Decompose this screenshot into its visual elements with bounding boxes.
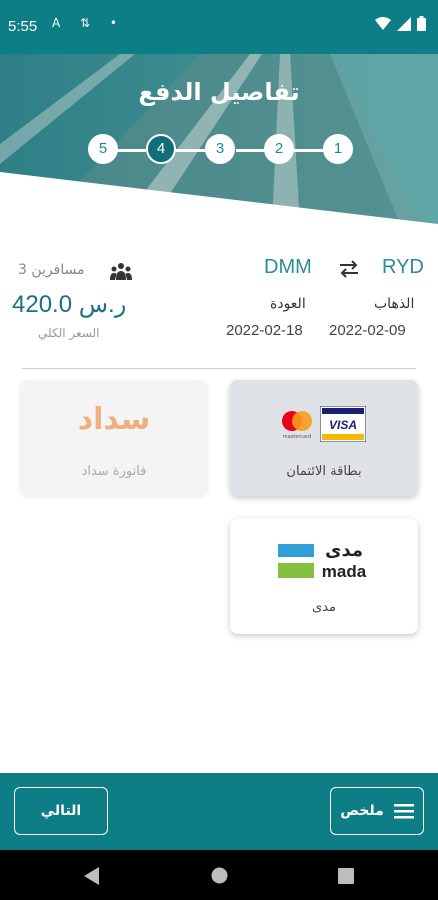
mastercard-icon: mastercard	[282, 411, 312, 440]
signal-icon	[397, 16, 411, 31]
notification-icons: A ⇅ •	[52, 16, 125, 30]
status-time: 5:55	[8, 18, 38, 35]
departure-label: الذهاب	[374, 296, 415, 312]
payment-option-sadad[interactable]: سداد فاتورة سداد	[20, 380, 208, 496]
passenger-count: 3 مسافرين	[18, 262, 85, 278]
people-icon	[110, 263, 132, 280]
summary-button[interactable]: ملخص	[330, 787, 424, 835]
trip-summary: RYD DMM الذهاب العودة 2022-02-09 2022-02…	[0, 250, 438, 350]
divider	[22, 368, 416, 369]
header-banner: تفاصيل الدفع 5 4 3 2 1	[0, 54, 438, 224]
total-price-label: السعر الكلي	[38, 326, 100, 340]
credit-card-label: بطاقة الائتمان	[286, 464, 362, 479]
origin-city: RYD	[382, 256, 424, 278]
next-label: التالي	[40, 803, 82, 819]
back-icon[interactable]	[84, 867, 100, 885]
progress-stepper: 5 4 3 2 1	[88, 134, 354, 166]
mada-logo-ar: مدى	[324, 540, 364, 561]
mada-logo: مدى mada	[278, 540, 370, 584]
step-4: 4	[146, 134, 176, 164]
system-navigation-bar	[0, 850, 438, 900]
next-button[interactable]: التالي	[14, 787, 108, 835]
recents-icon[interactable]	[338, 868, 354, 884]
total-price: 420.0 ر.س	[12, 291, 127, 318]
sadad-label: فاتورة سداد	[81, 464, 147, 479]
menu-icon	[393, 804, 414, 819]
page-title: تفاصيل الدفع	[138, 78, 300, 106]
mada-logo-en: mada	[321, 562, 367, 581]
step-1: 1	[323, 134, 353, 164]
bottom-action-bar: ملخص التالي	[0, 773, 438, 850]
mada-label: مدى	[312, 600, 336, 615]
return-label: العودة	[270, 296, 306, 312]
battery-icon	[417, 16, 426, 31]
visa-icon: VISA	[320, 406, 366, 442]
svg-text:mastercard: mastercard	[283, 434, 311, 440]
swap-icon	[340, 260, 358, 278]
home-icon[interactable]	[211, 867, 228, 884]
departure-date: 2022-02-09	[329, 322, 406, 339]
wifi-icon	[375, 16, 391, 30]
payment-option-credit-card[interactable]: mastercard VISA بطاقة الائتمان	[230, 380, 418, 496]
step-5: 5	[88, 134, 118, 164]
status-bar: 5:55 A ⇅ •	[0, 0, 438, 54]
summary-label: ملخص	[340, 803, 384, 819]
step-3: 3	[205, 134, 235, 164]
step-2: 2	[264, 134, 294, 164]
sadad-logo: سداد	[77, 402, 151, 437]
destination-city: DMM	[264, 256, 312, 278]
payment-option-mada[interactable]: مدى mada مدى	[230, 518, 418, 634]
return-date: 2022-02-18	[226, 322, 303, 339]
svg-text:VISA: VISA	[329, 418, 357, 432]
